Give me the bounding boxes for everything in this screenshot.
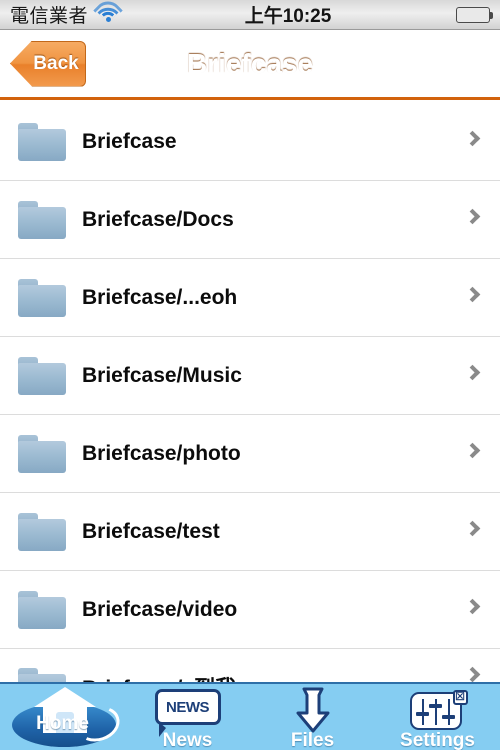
back-button-label: Back bbox=[33, 52, 79, 74]
phone-screen: 電信業者 上午10:25 Back Briefcase Briefcase Br… bbox=[0, 0, 500, 750]
table-row-label: Briefcase bbox=[82, 129, 177, 153]
tab-news[interactable]: NEWS News bbox=[125, 684, 250, 750]
download-arrow-icon bbox=[290, 687, 336, 733]
back-button[interactable]: Back bbox=[10, 40, 86, 87]
folder-icon bbox=[18, 590, 66, 629]
sliders-icon: ☒ bbox=[408, 690, 468, 730]
tab-news-label: News bbox=[162, 730, 213, 750]
table-row[interactable]: Briefcase/photo bbox=[0, 415, 500, 493]
navigation-bar: Back Briefcase bbox=[0, 30, 500, 100]
status-bar-left: 電信業者 bbox=[0, 0, 123, 28]
folder-icon bbox=[18, 668, 66, 682]
table-row-label: Briefcase/Music bbox=[82, 363, 242, 387]
folder-icon bbox=[18, 434, 66, 473]
folder-icon bbox=[18, 122, 66, 161]
folder-icon bbox=[18, 278, 66, 317]
chevron-right-icon bbox=[464, 666, 481, 682]
table-row[interactable]: Briefcase/Docs bbox=[0, 181, 500, 259]
folder-icon bbox=[18, 200, 66, 239]
chevron-right-icon bbox=[464, 520, 481, 536]
chevron-right-icon bbox=[464, 208, 481, 224]
tab-settings[interactable]: ☒ Settings bbox=[375, 684, 500, 750]
chevron-right-icon bbox=[464, 442, 481, 458]
tab-files[interactable]: Files bbox=[250, 684, 375, 750]
folder-icon bbox=[18, 512, 66, 551]
status-bar-center: 上午10:25 bbox=[120, 1, 456, 28]
news-bubble-icon: NEWS bbox=[151, 689, 225, 737]
news-bubble-text: NEWS bbox=[154, 689, 221, 725]
table-row-label: Briefcase/test bbox=[82, 519, 220, 543]
table-row-label: Briefcase/...eoh bbox=[82, 285, 238, 309]
clock-label: 上午10:25 bbox=[244, 6, 332, 27]
carrier-label: 電信業者 bbox=[10, 6, 89, 27]
folder-icon bbox=[18, 356, 66, 395]
table-row-label: Briefcase/..到我 bbox=[82, 672, 236, 682]
battery-icon bbox=[456, 6, 493, 23]
table-row[interactable]: Briefcase bbox=[0, 103, 500, 181]
chevron-right-icon bbox=[464, 364, 481, 380]
table-row[interactable]: Briefcase/..到我 bbox=[0, 649, 500, 682]
tab-files-label: Files bbox=[290, 730, 335, 750]
tab-home-label: Home bbox=[36, 713, 89, 734]
chevron-right-icon bbox=[464, 598, 481, 614]
tab-home[interactable]: Home bbox=[0, 684, 125, 750]
table-row-label: Briefcase/video bbox=[82, 597, 238, 621]
status-bar-right bbox=[456, 6, 500, 23]
chevron-right-icon bbox=[464, 130, 481, 146]
house-icon: Home bbox=[4, 687, 124, 747]
wifi-icon bbox=[93, 0, 123, 26]
table-row[interactable]: Briefcase/Music bbox=[0, 337, 500, 415]
table-row-label: Briefcase/photo bbox=[82, 441, 241, 465]
close-badge-icon: ☒ bbox=[452, 690, 468, 705]
tab-settings-label: Settings bbox=[400, 730, 475, 750]
table-row[interactable]: Briefcase/test bbox=[0, 493, 500, 571]
chevron-right-icon bbox=[464, 286, 481, 302]
status-bar: 電信業者 上午10:25 bbox=[0, 0, 500, 30]
table-row[interactable]: Briefcase/video bbox=[0, 571, 500, 649]
table-row[interactable]: Briefcase/...eoh bbox=[0, 259, 500, 337]
tab-bar: Home NEWS News Files ☒ Settings bbox=[0, 682, 500, 750]
folder-list[interactable]: Briefcase Briefcase/Docs Briefcase/...eo… bbox=[0, 103, 500, 682]
table-row-label: Briefcase/Docs bbox=[82, 207, 234, 231]
